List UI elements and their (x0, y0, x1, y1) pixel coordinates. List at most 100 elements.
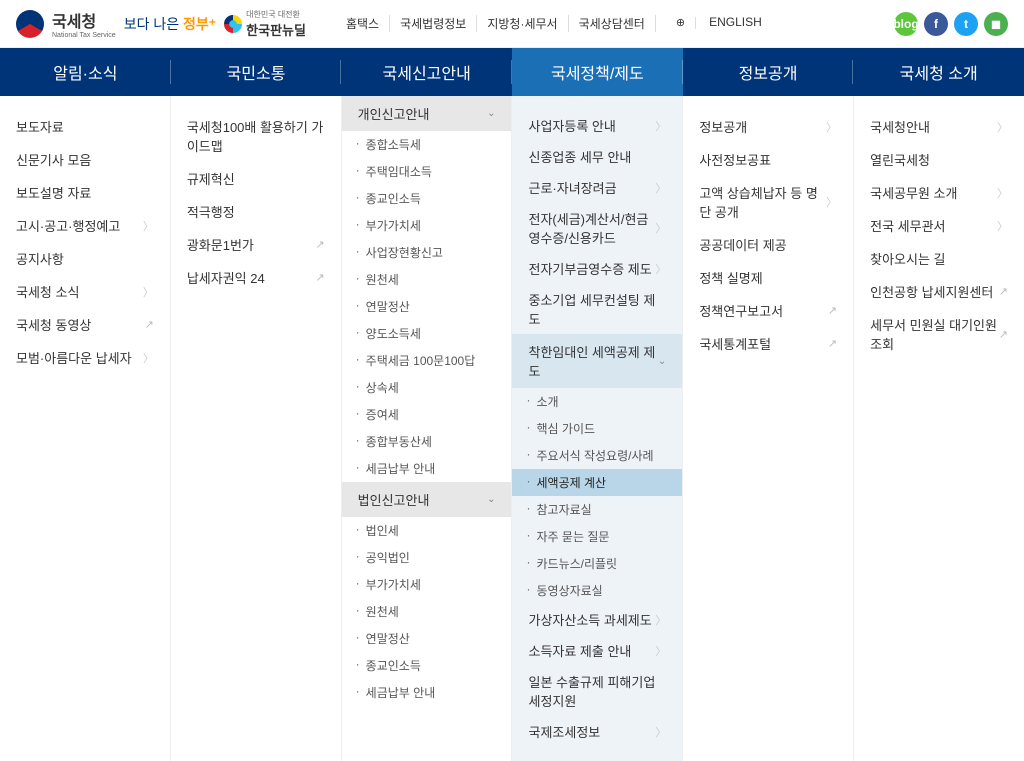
logo-main: 국세청 (52, 8, 116, 32)
chevron-right-icon: 〉 (143, 218, 154, 234)
submenu-item[interactable]: 세액공제 계산 (512, 469, 682, 496)
nts-logo-text[interactable]: 국세청 National Tax Service (52, 8, 116, 39)
submenu-item[interactable]: 자주 묻는 질문 (512, 523, 682, 550)
external-link-icon: ↗ (315, 238, 324, 251)
submenu-item[interactable]: 동영상자료실 (512, 577, 682, 604)
nav-report[interactable]: 국세신고안내 (341, 48, 512, 96)
blog-icon[interactable]: blog (894, 12, 918, 36)
menu-item[interactable]: 국세청 동영상↗ (0, 308, 170, 341)
chevron-right-icon: 〉 (143, 284, 154, 300)
submenu-item[interactable]: 주요서식 작성요령/사례 (512, 442, 682, 469)
menu-item[interactable]: 일본 수출규제 피해기업 세정지원 (512, 666, 682, 716)
menu-item[interactable]: 보도설명 자료 (0, 176, 170, 209)
menu-item[interactable]: 중소기업 세무컨설팅 제도 (512, 284, 682, 334)
gov-logo[interactable]: 보다 나은 정부⁺ (124, 14, 216, 34)
newdeal-logo[interactable]: 대한민국 대전환 한국판뉴딜 (224, 9, 306, 39)
menu-item[interactable]: 열린국세청 (854, 143, 1024, 176)
menu-item[interactable]: 전국 세무관서〉 (854, 209, 1024, 242)
logo-sub: National Tax Service (52, 32, 116, 39)
submenu-item[interactable]: 세금납부 안내 (342, 455, 512, 482)
external-link-icon: ↗ (315, 271, 324, 284)
submenu-item[interactable]: 연말정산 (342, 625, 512, 652)
menu-item[interactable]: 정책연구보고서↗ (683, 294, 853, 327)
nav-news[interactable]: 알림·소식 (0, 48, 171, 96)
chevron-right-icon: 〉 (997, 218, 1008, 234)
menu-item[interactable]: 찾아오시는 길 (854, 242, 1024, 275)
submenu-item[interactable]: 세금납부 안내 (342, 679, 512, 706)
submenu-item[interactable]: 법인세 (342, 517, 512, 544)
menu-item[interactable]: 국세통계포털↗ (683, 327, 853, 360)
facebook-icon[interactable]: f (924, 12, 948, 36)
submenu-item[interactable]: 카드뉴스/리플릿 (512, 550, 682, 577)
submenu-item[interactable]: 주택세금 100문100답 (342, 347, 512, 374)
submenu-item[interactable]: 핵심 가이드 (512, 415, 682, 442)
naver-icon[interactable]: ◼ (984, 12, 1008, 36)
menu-item[interactable]: 사전정보공표 (683, 143, 853, 176)
submenu-item[interactable]: 부가가치세 (342, 571, 512, 598)
submenu-item[interactable]: 상속세 (342, 374, 512, 401)
menu-item[interactable]: 보도자료 (0, 110, 170, 143)
menu-item[interactable]: 가상자산소득 과세제도〉 (512, 604, 682, 635)
menu-item[interactable]: 규제혁신 (171, 162, 341, 195)
submenu-item[interactable]: 증여세 (342, 401, 512, 428)
submenu-item[interactable]: 공익법인 (342, 544, 512, 571)
chevron-right-icon: 〉 (655, 724, 666, 740)
submenu-item[interactable]: 소개 (512, 388, 682, 415)
menu-item[interactable]: 국세공무원 소개〉 (854, 176, 1024, 209)
section-header[interactable]: 개인신고안내⌄ (342, 96, 512, 131)
top-link-hometax[interactable]: 홈택스 (336, 15, 390, 32)
top-link-lawinfo[interactable]: 국세법령정보 (390, 15, 477, 32)
nts-logo-icon (16, 10, 44, 38)
submenu-item[interactable]: 연말정산 (342, 293, 512, 320)
submenu-item[interactable]: 원천세 (342, 266, 512, 293)
nav-about[interactable]: 국세청 소개 (853, 48, 1024, 96)
menu-item[interactable]: 국제조세정보〉 (512, 716, 682, 747)
nav-comm[interactable]: 국민소통 (171, 48, 342, 96)
menu-item[interactable]: 납세자권익 24↗ (171, 261, 341, 294)
menu-item[interactable]: 전자기부금영수증 제도〉 (512, 253, 682, 284)
menu-item[interactable]: 고액 상습체납자 등 명단 공개〉 (683, 176, 853, 228)
submenu-item[interactable]: 참고자료실 (512, 496, 682, 523)
submenu-item[interactable]: 종교인소득 (342, 652, 512, 679)
menu-item[interactable]: 전자(세금)계산서/현금영수증/신용카드〉 (512, 203, 682, 253)
submenu-item[interactable]: 양도소득세 (342, 320, 512, 347)
nav-open[interactable]: 정보공개 (683, 48, 854, 96)
menu-item[interactable]: 소득자료 제출 안내〉 (512, 635, 682, 666)
menu-item[interactable]: 인천공항 납세지원센터↗ (854, 275, 1024, 308)
menu-item[interactable]: 근로·자녀장려금〉 (512, 172, 682, 203)
top-link-english[interactable]: ⊕ENGLISH (656, 15, 782, 32)
menu-item[interactable]: 적극행정 (171, 195, 341, 228)
submenu-item[interactable]: 종교인소득 (342, 185, 512, 212)
menu-item[interactable]: 공공데이터 제공 (683, 228, 853, 261)
menu-item[interactable]: 세무서 민원실 대기인원조회↗ (854, 308, 1024, 360)
menu-item[interactable]: 국세청안내〉 (854, 110, 1024, 143)
top-link-office[interactable]: 지방청·세무서 (477, 15, 568, 32)
twitter-icon[interactable]: t (954, 12, 978, 36)
section-header[interactable]: 법인신고안내⌄ (342, 482, 512, 517)
menu-item[interactable]: 사업자등록 안내〉 (512, 110, 682, 141)
submenu-item[interactable]: 종합소득세 (342, 131, 512, 158)
menu-item[interactable]: 공지사항 (0, 242, 170, 275)
top-link-callcenter[interactable]: 국세상담센터 (569, 15, 656, 32)
submenu-item[interactable]: 주택임대소득 (342, 158, 512, 185)
menu-item[interactable]: 고시·공고·행정예고〉 (0, 209, 170, 242)
newdeal-icon (224, 15, 242, 33)
menu-item[interactable]: 국세청100배 활용하기 가이드맵 (171, 110, 341, 162)
nav-policy[interactable]: 국세정책/제도 (512, 48, 683, 96)
menu-item[interactable]: 정책 실명제 (683, 261, 853, 294)
submenu-item[interactable]: 사업장현황신고 (342, 239, 512, 266)
menu-item[interactable]: 신문기사 모음 (0, 143, 170, 176)
submenu-item[interactable]: 부가가치세 (342, 212, 512, 239)
submenu-item[interactable]: 종합부동산세 (342, 428, 512, 455)
menu-item[interactable]: 국세청 소식〉 (0, 275, 170, 308)
menu-item[interactable]: 정보공개〉 (683, 110, 853, 143)
col-news: 보도자료신문기사 모음보도설명 자료고시·공고·행정예고〉공지사항국세청 소식〉… (0, 96, 171, 761)
menu-item[interactable]: 신종업종 세무 안내 (512, 141, 682, 172)
menu-item[interactable]: 모범·아름다운 납세자〉 (0, 341, 170, 374)
col-about: 국세청안내〉열린국세청국세공무원 소개〉전국 세무관서〉찾아오시는 길인천공항 … (854, 96, 1024, 761)
chevron-right-icon: 〉 (655, 220, 666, 236)
section-header[interactable]: 착한임대인 세액공제 제도⌄ (512, 334, 682, 388)
external-link-icon: ↗ (828, 337, 837, 350)
submenu-item[interactable]: 원천세 (342, 598, 512, 625)
menu-item[interactable]: 광화문1번가↗ (171, 228, 341, 261)
